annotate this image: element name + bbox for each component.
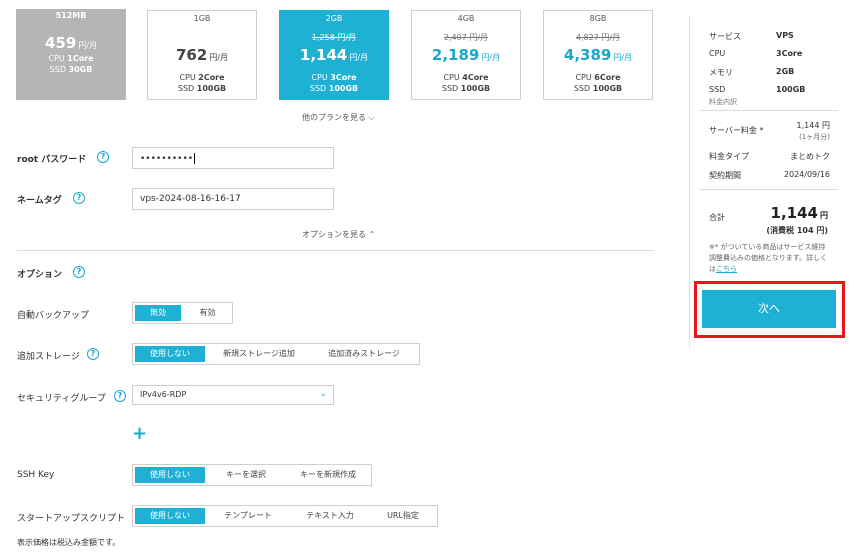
plan-ssd: SSD 30GB [49, 65, 93, 74]
summary-server-fee-label: サーバー料金 * [709, 126, 764, 135]
tax-footnote: 表示価格は税込み金額です。 [17, 538, 121, 547]
plan-ssd: SSD 100GB [177, 84, 227, 93]
security-group-select[interactable]: IPv4v6-RDP ⌄ [132, 385, 334, 405]
plan-card-1gb[interactable]: 1GB 762 円/月 CPU 2Core SSD 100GB [147, 10, 257, 100]
summary-fee-type-label: 料金タイプ [709, 152, 749, 161]
details-link[interactable]: こちら [716, 265, 737, 273]
storage-help-icon[interactable]: ? [87, 348, 99, 360]
startup-script-label: スタートアップスクリプト [17, 514, 126, 524]
summary-memory-label: メモリ [709, 68, 733, 77]
plan-price: 2,189 円/月 [431, 46, 501, 64]
summary-cpu-label: CPU [709, 49, 726, 58]
ssh-key-select-option[interactable]: キーを選択 [207, 465, 285, 485]
plan-card-8gb[interactable]: 8GB 4,827 円/月 4,389 円/月 CPU 6Core SSD 100… [543, 10, 653, 100]
plan-title: 1GB [193, 14, 211, 23]
plan-original-price: 4,827 円/月 [575, 33, 621, 42]
summary-server-fee-value: 1,144 円 [796, 121, 830, 130]
root-password-value: •••••••••• [140, 154, 194, 164]
summary-ssd-label: SSD [709, 85, 726, 94]
plan-title: 512MB [55, 11, 87, 20]
startup-script-none-option[interactable]: 使用しない [135, 508, 205, 524]
name-tag-help-icon[interactable]: ? [73, 192, 85, 204]
plan-card-2gb[interactable]: 2GB 1,258 円/月 1,144 円/月 CPU 3Core SSD 100… [279, 10, 389, 100]
startup-script-template-option[interactable]: テンプレート [207, 506, 289, 526]
plan-card-4gb[interactable]: 4GB 2,407 円/月 2,189 円/月 CPU 4Core SSD 100… [411, 10, 521, 100]
summary-breakdown-label: 料金内訳 [709, 98, 737, 106]
name-tag-label: ネームタグ [17, 196, 62, 206]
options-heading: オプション [17, 270, 63, 280]
plan-cpu: CPU 1Core [48, 54, 94, 63]
summary-total-price: 1,144 円 [770, 204, 828, 222]
summary-contract-label: 契約期間 [709, 171, 741, 180]
text-caret [194, 153, 196, 164]
section-divider [17, 250, 654, 251]
summary-tax: (消費税 104 円) [766, 226, 828, 235]
auto-backup-label: 自動バックアップ [17, 311, 90, 321]
plan-price: 1,144 円/月 [299, 46, 369, 64]
security-group-value: IPv4v6-RDP [140, 390, 187, 399]
summary-fee-type-value: まとめトク [790, 152, 830, 161]
summary-separator [699, 189, 838, 190]
auto-backup-on-option[interactable]: 有効 [183, 303, 232, 323]
storage-new-option[interactable]: 新規ストレージ追加 [207, 344, 311, 364]
summary-service-value: VPS [776, 31, 794, 40]
plan-title: 8GB [589, 14, 607, 23]
summary-separator [699, 110, 838, 111]
storage-none-option[interactable]: 使用しない [135, 346, 205, 362]
security-group-label: セキュリティグループ [17, 394, 106, 404]
summary-service-label: サービス [709, 32, 741, 41]
ssh-key-label: SSH Key [17, 470, 55, 480]
root-password-input[interactable]: •••••••••• [132, 147, 334, 169]
ssh-key-none-option[interactable]: 使用しない [135, 467, 205, 483]
plan-ssd: SSD 100GB [441, 84, 491, 93]
ssh-key-selector: 使用しない キーを選択 キーを新規作成 [132, 464, 372, 486]
startup-script-text-option[interactable]: テキスト入力 [289, 506, 371, 526]
plan-ssd: SSD 100GB [309, 84, 359, 93]
plan-cpu: CPU 6Core [575, 73, 621, 82]
storage-label: 追加ストレージ [17, 352, 80, 362]
plan-original-price: 2,407 円/月 [443, 33, 489, 42]
startup-script-url-option[interactable]: URL指定 [371, 506, 435, 526]
options-help-icon[interactable]: ? [73, 266, 85, 278]
summary-server-fee-period: (1ヶ月分) [799, 133, 830, 141]
auto-backup-toggle: 無効 有効 [132, 302, 233, 324]
storage-existing-option[interactable]: 追加済みストレージ [311, 344, 417, 364]
summary-cpu-value: 3Core [776, 49, 803, 58]
plan-cpu: CPU 3Core [311, 73, 357, 82]
root-password-help-icon[interactable]: ? [97, 151, 109, 163]
other-plans-link[interactable]: 他のプランを見る ⌵ [302, 112, 375, 123]
plan-original-price: 1,258 円/月 [311, 33, 357, 42]
plan-price: 4,389 円/月 [563, 46, 633, 64]
ssh-key-create-option[interactable]: キーを新規作成 [285, 465, 371, 485]
plan-cpu: CPU 4Core [443, 73, 489, 82]
plan-title: 4GB [457, 14, 475, 23]
summary-note: ※* がついている商品はサービス維持調整費込みの価格となります。詳しくはこちら [709, 243, 828, 273]
name-tag-input[interactable]: vps-2024-08-16-16-17 [132, 188, 334, 210]
plan-title: 2GB [325, 14, 343, 23]
auto-backup-off-option[interactable]: 無効 [135, 305, 181, 321]
summary-ssd-value: 100GB [776, 85, 806, 94]
next-button[interactable]: 次へ [702, 290, 836, 328]
root-password-label: root パスワード [17, 155, 87, 165]
summary-memory-value: 2GB [776, 67, 795, 76]
startup-script-selector: 使用しない テンプレート テキスト入力 URL指定 [132, 505, 438, 527]
plan-card-512mb: 512MB 459 円/月 CPU 1Core SSD 30GB [16, 9, 126, 100]
add-security-group-button[interactable]: + [132, 425, 147, 443]
plan-ssd: SSD 100GB [573, 84, 623, 93]
storage-selector: 使用しない 新規ストレージ追加 追加済みストレージ [132, 343, 420, 365]
summary-contract-value: 2024/09/16 [783, 170, 830, 179]
summary-divider [689, 15, 690, 348]
plan-price: 459 円/月 [44, 34, 97, 52]
plan-price: 762 円/月 [175, 46, 228, 64]
summary-total-label: 合計 [709, 213, 725, 222]
plan-cpu: CPU 2Core [179, 73, 225, 82]
options-toggle-link[interactable]: オプションを見る ⌃ [302, 229, 375, 240]
security-group-help-icon[interactable]: ? [114, 390, 126, 402]
chevron-down-icon: ⌄ [319, 389, 327, 399]
